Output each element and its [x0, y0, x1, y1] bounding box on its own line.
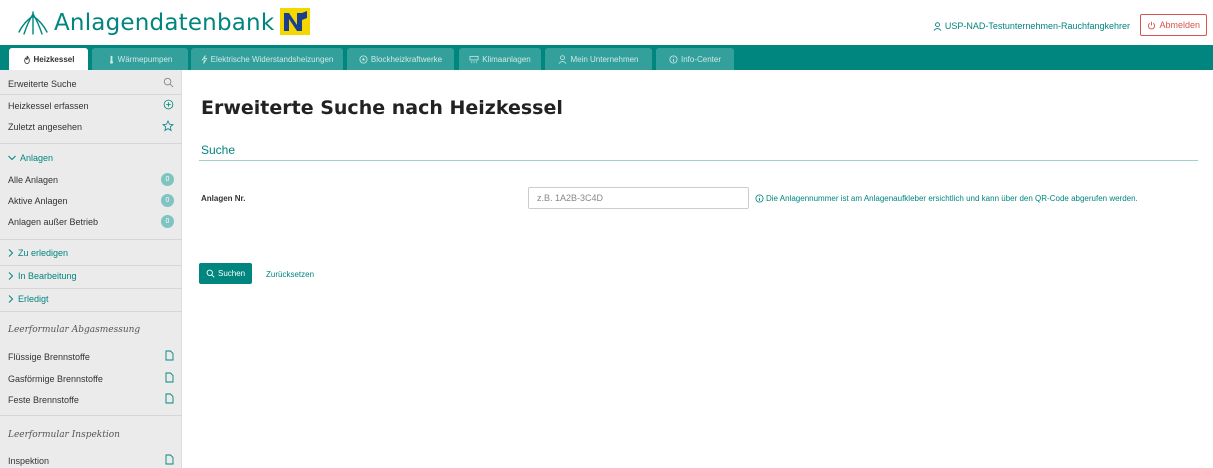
- search-button[interactable]: Suchen: [199, 263, 253, 284]
- tab-klimaanlagen[interactable]: Klimaanlagen: [459, 48, 541, 70]
- count-badge: 0: [161, 194, 174, 207]
- sidebar-item-inspektion[interactable]: Inspektion: [0, 450, 182, 468]
- sidebar-section-in-bearbeitung[interactable]: In Bearbeitung: [0, 265, 182, 286]
- star-icon: [162, 120, 174, 134]
- noe-logo-icon: [280, 8, 310, 35]
- plant-icon: [359, 54, 368, 64]
- sidebar-item-heizkessel-erfassen[interactable]: Heizkessel erfassen: [0, 95, 182, 116]
- chevron-right-icon: [8, 294, 14, 303]
- logout-button[interactable]: Abmelden: [1140, 14, 1207, 36]
- sidebar-item-label: Anlagen außer Betrieb: [8, 216, 99, 227]
- document-icon: [165, 350, 174, 363]
- sidebar-item-label: Alle Anlagen: [8, 174, 59, 185]
- chevron-right-icon: [8, 271, 14, 280]
- document-icon: [165, 393, 174, 406]
- sidebar-item-erweiterte-suche[interactable]: Erweiterte Suche: [0, 73, 182, 94]
- sidebar-item-anlagen-ausser-betrieb[interactable]: Anlagen außer Betrieb 0: [0, 211, 182, 232]
- aircon-icon: [469, 55, 479, 63]
- tab-label: Mein Unternehmen: [570, 54, 639, 64]
- tab-label: Info-Center: [680, 54, 722, 64]
- sidebar-item-label: Erweiterte Suche: [8, 78, 77, 89]
- sidebar-item-fluessige-brennstoffe[interactable]: Flüssige Brennstoffe: [0, 346, 182, 367]
- thermometer-icon: [109, 55, 113, 64]
- sidebar-item-label: Heizkessel erfassen: [8, 100, 89, 111]
- sidebar-item-zuletzt-angesehen[interactable]: Zuletzt angesehen: [0, 116, 182, 137]
- sidebar-heading-leerformular-abgasmessung: Leerformular Abgasmessung: [0, 319, 182, 340]
- sidebar-item-label: Inspektion: [8, 455, 50, 466]
- sidebar-section-erledigt[interactable]: Erledigt: [0, 288, 182, 309]
- tab-label: Blockheizkraftwerke: [370, 54, 443, 64]
- document-icon: [165, 454, 174, 467]
- sidebar-item-label: Aktive Anlagen: [8, 195, 68, 206]
- count-badge: 0: [161, 173, 174, 186]
- tab-label: Elektrische Widerstandsheizungen: [210, 54, 334, 64]
- tab-elektrische-widerstandsheizungen[interactable]: Elektrische Widerstandsheizungen: [191, 48, 343, 70]
- count-badge: 0: [161, 215, 174, 228]
- tab-blockheizkraftwerke[interactable]: Blockheizkraftwerke: [347, 48, 454, 70]
- reset-link[interactable]: Zurücksetzen: [266, 270, 314, 279]
- power-icon: [1148, 21, 1156, 29]
- tab-label: Wärmepumpen: [117, 54, 173, 64]
- anlagen-nr-label: Anlagen Nr.: [201, 194, 246, 203]
- hint-text: Die Anlagennummer ist am Anlagenaufklebe…: [766, 194, 1138, 203]
- tab-info-center[interactable]: Info-Center: [656, 48, 734, 70]
- tab-mein-unternehmen[interactable]: Mein Unternehmen: [545, 48, 652, 70]
- info-icon: [755, 194, 764, 203]
- sidebar-item-feste-brennstoffe[interactable]: Feste Brennstoffe: [0, 389, 182, 410]
- flame-icon: [23, 55, 30, 64]
- user-icon: [559, 54, 567, 64]
- sidebar-item-gasfoermige-brennstoffe[interactable]: Gasförmige Brennstoffe: [0, 368, 182, 389]
- user-icon: [933, 21, 942, 31]
- page-title: Erweiterte Suche nach Heizkessel: [201, 97, 563, 119]
- section-divider: [199, 160, 1198, 161]
- search-icon: [206, 269, 215, 278]
- sidebar-section-label: Erledigt: [18, 293, 49, 304]
- tab-label: Heizkessel: [33, 54, 75, 64]
- sidebar-section-anlagen[interactable]: Anlagen: [0, 147, 182, 168]
- chevron-down-icon: [8, 155, 16, 160]
- sidebar-item-aktive-anlagen[interactable]: Aktive Anlagen 0: [0, 190, 182, 211]
- tab-waermepumpen[interactable]: Wärmepumpen: [92, 48, 188, 70]
- info-icon: [669, 54, 678, 64]
- anlagen-nr-hint: Die Anlagennummer ist am Anlagenaufklebe…: [755, 194, 1138, 203]
- app-header: Anlagendatenbank USP-NAD-Testunternehmen…: [0, 0, 1213, 45]
- chevron-right-icon: [8, 248, 14, 257]
- sidebar-item-label: Gasförmige Brennstoffe: [8, 373, 103, 384]
- sidebar-section-label: Zu erledigen: [18, 247, 69, 258]
- sidebar-heading-leerformular-inspektion: Leerformular Inspektion: [0, 424, 182, 445]
- document-icon: [165, 372, 174, 385]
- sidebar: Erweiterte Suche Heizkessel erfassen Zul…: [0, 70, 182, 468]
- logo-icon: [18, 11, 48, 35]
- sidebar-heading-label: Leerformular Inspektion: [8, 429, 120, 440]
- sidebar-heading-label: Leerformular Abgasmessung: [8, 324, 141, 335]
- user-account-link[interactable]: USP-NAD-Testunternehmen-Rauchfangkehrer: [933, 21, 1130, 31]
- app-title: Anlagendatenbank: [54, 10, 275, 36]
- add-circle-icon: [163, 99, 174, 112]
- tab-heizkessel[interactable]: Heizkessel: [9, 48, 88, 70]
- sidebar-item-label: Flüssige Brennstoffe: [8, 351, 90, 362]
- tab-label: Klimaanlagen: [482, 54, 531, 64]
- sidebar-item-label: Feste Brennstoffe: [8, 394, 79, 405]
- search-button-label: Suchen: [218, 269, 246, 278]
- sidebar-section-label: Anlagen: [20, 152, 54, 163]
- section-title: Suche: [201, 143, 236, 157]
- sidebar-item-alle-anlagen[interactable]: Alle Anlagen 0: [0, 169, 182, 190]
- sidebar-section-zu-erledigen[interactable]: Zu erledigen: [0, 242, 182, 263]
- user-name: USP-NAD-Testunternehmen-Rauchfangkehrer: [944, 21, 1130, 31]
- main-content: Erweiterte Suche nach Heizkessel Suche A…: [182, 70, 1213, 468]
- sidebar-section-label: In Bearbeitung: [18, 270, 77, 281]
- brand[interactable]: Anlagendatenbank: [16, 8, 274, 38]
- tab-bar: Heizkessel Wärmepumpen Elektrische Wider…: [0, 45, 1213, 70]
- lightning-icon: [201, 54, 208, 64]
- sidebar-item-label: Zuletzt angesehen: [8, 121, 83, 132]
- anlagen-nr-input[interactable]: [528, 187, 749, 209]
- logout-label: Abmelden: [1159, 20, 1200, 30]
- search-icon: [163, 77, 174, 90]
